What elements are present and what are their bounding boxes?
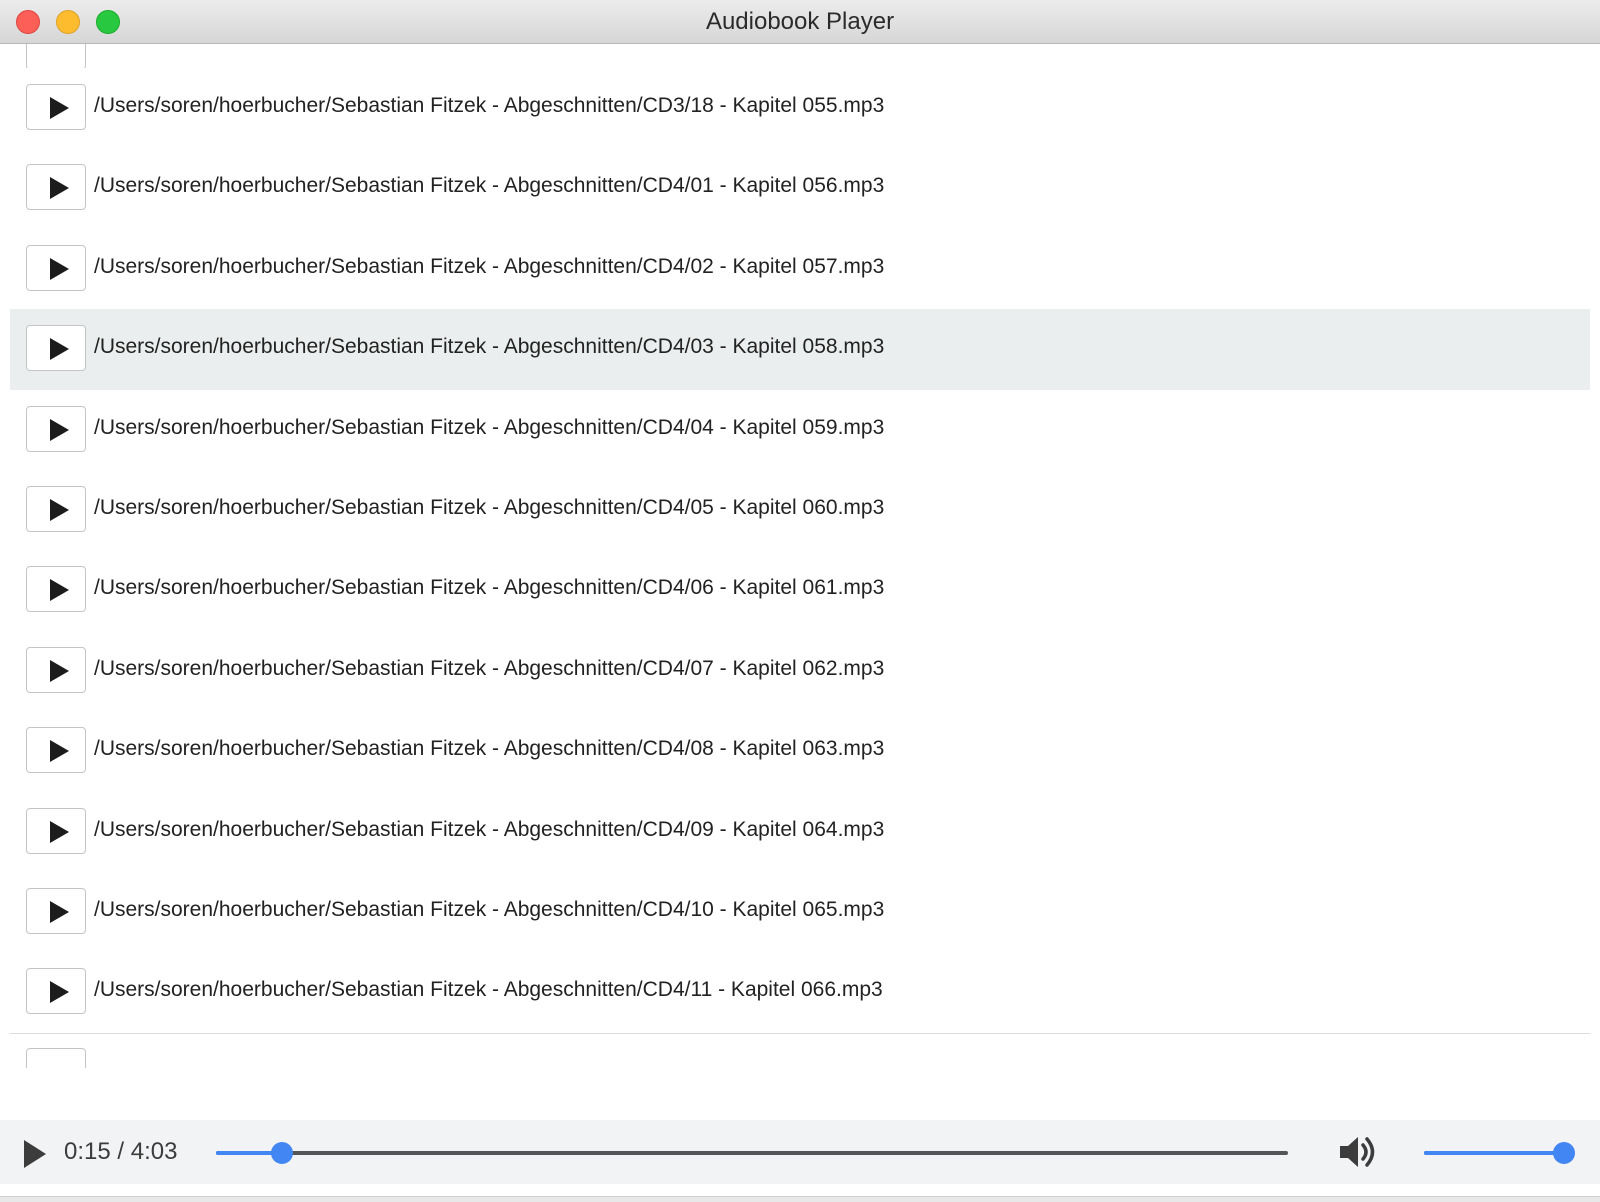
time-display: 0:15 / 4:03 xyxy=(64,1138,178,1165)
track-path: /Users/soren/hoerbucher/Sebastian Fitzek… xyxy=(94,254,885,278)
speaker-icon[interactable] xyxy=(1336,1132,1380,1172)
track-row[interactable]: /Users/soren/hoerbucher/Sebastian Fitzek… xyxy=(10,630,1590,713)
track-row[interactable]: /Users/soren/hoerbucher/Sebastian Fitzek… xyxy=(10,389,1590,472)
play-icon xyxy=(50,579,69,602)
track-path: /Users/soren/hoerbucher/Sebastian Fitzek… xyxy=(94,898,885,921)
track-path: /Users/soren/hoerbucher/Sebastian Fitzek… xyxy=(94,174,885,198)
track-play-button[interactable] xyxy=(26,486,86,532)
track-row[interactable]: /Users/soren/hoerbucher/Sebastian Fitzek… xyxy=(10,872,1590,954)
track-play-button[interactable] xyxy=(26,968,86,1015)
play-icon xyxy=(50,499,69,521)
window-title: Audiobook Player xyxy=(705,8,895,35)
progress-slider[interactable] xyxy=(216,1142,1288,1164)
row-play-button-partial[interactable] xyxy=(26,1048,86,1068)
scroll-gutter xyxy=(1590,44,1600,1120)
track-row[interactable]: /Users/soren/hoerbucher/Sebastian Fitzek… xyxy=(10,952,1590,1035)
track-row[interactable]: /Users/soren/hoerbucher/Sebastian Fitzek… xyxy=(10,791,1590,874)
play-icon xyxy=(50,338,69,361)
track-play-button[interactable] xyxy=(26,244,86,291)
track-path: /Users/soren/hoerbucher/Sebastian Fitzek… xyxy=(94,335,885,359)
track-play-button[interactable] xyxy=(26,84,86,130)
track-play-button[interactable] xyxy=(26,325,86,372)
volume-slider[interactable] xyxy=(1424,1142,1575,1164)
track-path: /Users/soren/hoerbucher/Sebastian Fitzek… xyxy=(94,576,885,600)
play-icon xyxy=(50,820,69,843)
audio-player-controls: 0:15 / 4:03 xyxy=(0,1120,1600,1184)
track-play-button[interactable] xyxy=(26,727,86,774)
play-icon xyxy=(50,659,69,682)
track-play-button[interactable] xyxy=(26,405,86,452)
play-icon xyxy=(50,740,69,763)
title-bar: Audiobook Player xyxy=(0,0,1600,44)
track-path: /Users/soren/hoerbucher/Sebastian Fitzek… xyxy=(94,737,885,761)
track-play-button[interactable] xyxy=(26,646,86,693)
track-row[interactable]: /Users/soren/hoerbucher/Sebastian Fitzek… xyxy=(10,148,1590,231)
track-path: /Users/soren/hoerbucher/Sebastian Fitzek… xyxy=(94,496,885,519)
track-path: /Users/soren/hoerbucher/Sebastian Fitzek… xyxy=(94,817,885,841)
play-icon xyxy=(50,177,69,200)
track-path: /Users/soren/hoerbucher/Sebastian Fitzek… xyxy=(94,656,885,680)
track-play-button[interactable] xyxy=(26,888,86,934)
window-bottom-edge xyxy=(0,1196,1600,1202)
progress-thumb[interactable] xyxy=(271,1142,294,1164)
track-path: /Users/soren/hoerbucher/Sebastian Fitzek… xyxy=(94,978,883,1002)
play-icon xyxy=(50,257,69,280)
track-row[interactable]: /Users/soren/hoerbucher/Sebastian Fitzek… xyxy=(10,470,1590,552)
track-row[interactable]: /Users/soren/hoerbucher/Sebastian Fitzek… xyxy=(10,550,1590,633)
track-play-button[interactable] xyxy=(26,164,86,211)
track-play-button[interactable] xyxy=(26,566,86,613)
track-play-button[interactable] xyxy=(26,807,86,854)
volume-thumb[interactable] xyxy=(1553,1142,1575,1164)
app-window: Audiobook Player /Users/soren/hoerbucher… xyxy=(0,0,1600,1202)
track-row[interactable]: /Users/soren/hoerbucher/Sebastian Fitzek… xyxy=(10,711,1590,794)
play-icon xyxy=(50,981,69,1004)
track-row[interactable]: /Users/soren/hoerbucher/Sebastian Fitzek… xyxy=(10,228,1590,311)
track-path: /Users/soren/hoerbucher/Sebastian Fitzek… xyxy=(94,94,885,117)
play-icon xyxy=(50,901,69,923)
row-play-button-partial[interactable] xyxy=(26,44,86,70)
play-icon xyxy=(50,97,69,119)
track-row[interactable]: /Users/soren/hoerbucher/Sebastian Fitzek… xyxy=(10,68,1590,150)
player-play-icon[interactable] xyxy=(24,1140,46,1168)
track-path: /Users/soren/hoerbucher/Sebastian Fitzek… xyxy=(94,415,885,439)
volume-fill xyxy=(1424,1151,1564,1155)
play-icon xyxy=(50,418,69,441)
track-row[interactable]: /Users/soren/hoerbucher/Sebastian Fitzek… xyxy=(10,309,1590,392)
track-list[interactable]: /Users/soren/hoerbucher/Sebastian Fitzek… xyxy=(10,44,1590,1068)
